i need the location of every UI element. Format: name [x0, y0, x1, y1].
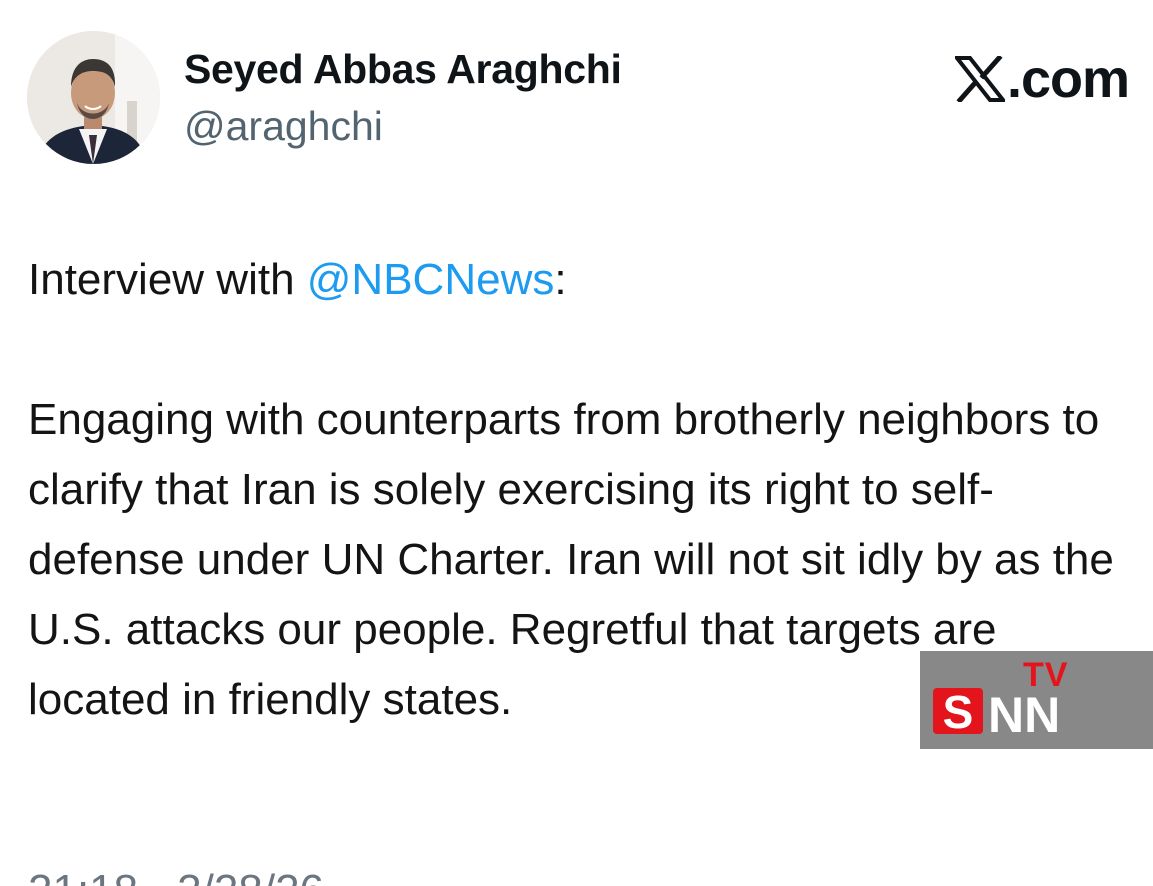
- mention-link[interactable]: @NBCNews: [307, 255, 555, 304]
- tweet-intro: Interview with @NBCNews:: [28, 245, 1138, 315]
- display-name[interactable]: Seyed Abbas Araghchi: [184, 46, 622, 93]
- site-label: .com: [1006, 49, 1130, 109]
- tweet-timestamp[interactable]: 21:18 · 3/28/26: [28, 866, 324, 886]
- x-logo-icon: [954, 56, 1005, 102]
- snn-tv-label: TV: [1023, 656, 1069, 694]
- intro-suffix: :: [554, 255, 567, 304]
- user-handle[interactable]: @araghchi: [184, 103, 383, 150]
- x-site-mark: .com: [954, 49, 1130, 109]
- avatar[interactable]: [27, 31, 160, 164]
- profile-photo: [27, 31, 160, 164]
- snn-s-glyph: S: [943, 686, 974, 738]
- intro-prefix: Interview with: [28, 255, 307, 304]
